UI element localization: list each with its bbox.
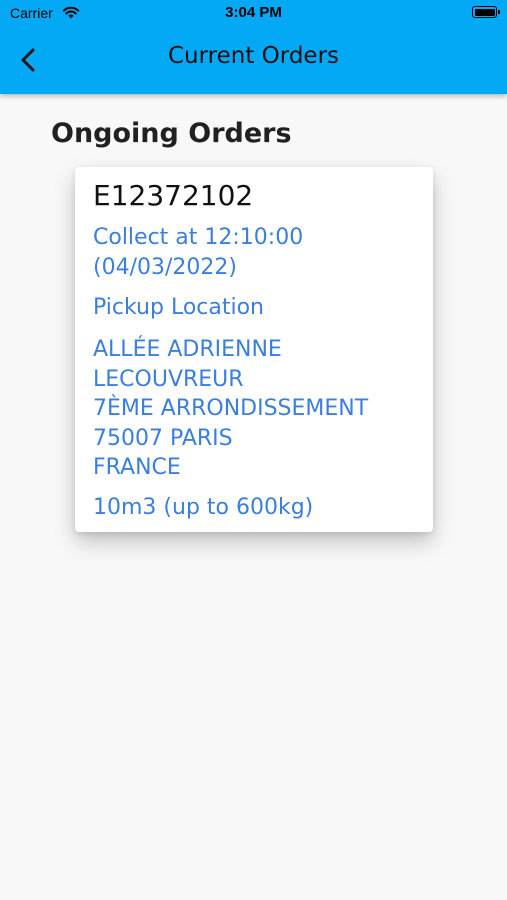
status-bar: Carrier 3:04 PM (0, 0, 507, 28)
address-line: FRANCE (93, 455, 181, 480)
address-line: LECOUVREUR (93, 366, 244, 392)
address-line: 7ÈME ARRONDISSEMENT (93, 396, 369, 421)
pickup-address: ALLÉE ADRIENNE LECOUVREUR 7ÈME ARRONDISS… (93, 335, 368, 483)
status-time: 3:04 PM (225, 4, 282, 21)
pickup-location-label: Pickup Location (93, 295, 265, 320)
battery-icon (472, 6, 500, 18)
page-title: Current Orders (167, 43, 340, 69)
address-line: 75007 PARIS (93, 425, 233, 451)
collect-date-line: (04/03/2022) (93, 254, 237, 280)
collect-time: Collect at 12:10:00 (04/03/2022) (93, 223, 303, 282)
order-id: E12372102 (93, 179, 254, 212)
vehicle-capacity: 10m3 (up to 600kg) (93, 495, 314, 520)
section-title: Ongoing Orders (51, 118, 292, 149)
order-card[interactable]: E12372102 Collect at 12:10:00 (04/03/202… (75, 167, 433, 532)
app-bar: Carrier 3:04 PM Current Orders (0, 0, 507, 94)
collect-time-line: Collect at 12:10:00 (93, 225, 304, 250)
address-line: ALLÉE ADRIENNE (93, 337, 282, 362)
current-orders-screen: Carrier 3:04 PM Current Orders Ongoing O… (0, 0, 507, 900)
